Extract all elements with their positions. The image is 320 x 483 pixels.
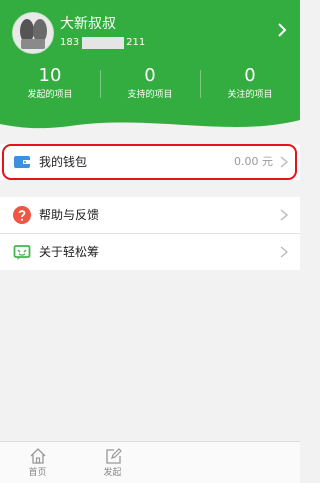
user-phone: 183 211 <box>60 36 145 50</box>
stat-value: 0 <box>144 65 156 86</box>
tab-create[interactable]: 发起 <box>75 442 150 483</box>
chevron-right-icon <box>280 246 289 258</box>
tab-label: 首页 <box>28 468 47 478</box>
user-name: 大新叔叔 <box>60 16 116 32</box>
stat-supported[interactable]: 0 支持的项目 <box>100 62 200 107</box>
stats-bar: 10 发起的项目 0 支持的项目 0 关注的项目 <box>0 62 300 107</box>
stat-value: 10 <box>38 65 62 86</box>
stat-label: 关注的项目 <box>227 90 273 100</box>
avatar-image <box>13 13 53 53</box>
phone-suffix: 211 <box>126 37 146 48</box>
wallet-highlight <box>2 144 297 180</box>
bottom-tab-bar: 首页 发起 <box>0 441 300 483</box>
tab-label: 发起 <box>103 468 122 478</box>
stat-followed[interactable]: 0 关注的项目 <box>200 62 300 107</box>
chevron-right-icon <box>280 209 289 221</box>
stat-value: 0 <box>244 65 256 86</box>
phone-prefix: 183 <box>60 37 80 48</box>
compose-icon <box>105 448 122 464</box>
about-label: 关于轻松筹 <box>39 245 100 259</box>
stat-label: 发起的项目 <box>27 90 73 100</box>
phone-mask <box>82 37 125 49</box>
help-row[interactable]: 帮助与反馈 <box>0 197 300 233</box>
stat-launched[interactable]: 10 发起的项目 <box>0 62 100 107</box>
about-row[interactable]: 关于轻松筹 <box>0 234 300 270</box>
profile-chevron-icon[interactable] <box>274 22 290 38</box>
about-app-icon <box>13 245 31 260</box>
question-icon <box>13 206 31 224</box>
tab-home[interactable]: 首页 <box>0 442 75 483</box>
avatar[interactable] <box>12 12 54 54</box>
help-label: 帮助与反馈 <box>39 208 100 222</box>
header-wave <box>0 112 300 129</box>
home-icon <box>30 448 45 464</box>
stat-label: 支持的项目 <box>127 90 173 100</box>
